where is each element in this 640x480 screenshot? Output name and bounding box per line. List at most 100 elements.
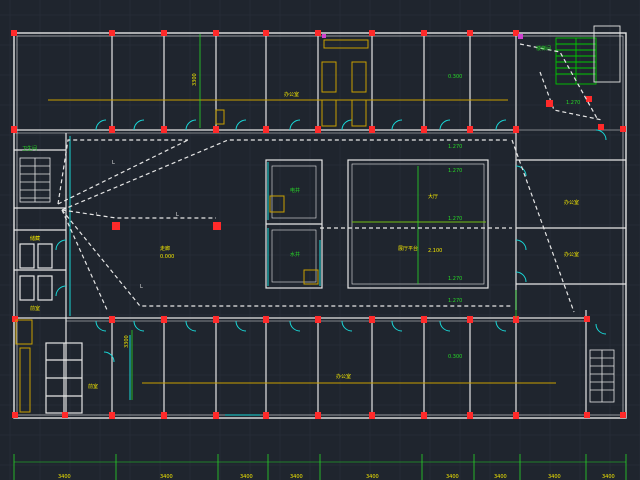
central-core: [265, 159, 489, 289]
label-right-office-2: 办公室: [564, 251, 579, 258]
label-corridor-level: 0.000: [160, 254, 174, 260]
right-top-stair: [555, 25, 621, 85]
column-marker: [109, 126, 115, 133]
label-cable-3: L: [140, 284, 143, 290]
label-vertical-dim-2: 3300: [124, 335, 130, 348]
room-labels: 办公室 0.300 楼梯间 走廊 0.000 电井 水井 大厅 展厅平台 2.1…: [22, 45, 580, 390]
door-swing: [515, 271, 527, 283]
column-marker: [369, 412, 375, 419]
column-marker: [109, 412, 115, 419]
column-marker: [263, 412, 269, 419]
column-marker: [11, 30, 17, 36]
column-marker: [620, 412, 626, 418]
door-swing: [95, 320, 107, 332]
door-swing: [95, 119, 107, 131]
label-water-shaft: 水井: [290, 251, 300, 258]
column-marker: [12, 316, 18, 322]
column-marker: [315, 30, 321, 36]
label-anteroom: 前室: [30, 305, 40, 312]
corridor-wiring: [57, 43, 603, 313]
column-marker: [12, 412, 18, 418]
top-room-row: [14, 33, 517, 160]
label-vertical-dim-1: 3300: [192, 73, 198, 86]
door-swing: [439, 320, 451, 332]
label-right-office-1: 办公室: [564, 199, 579, 206]
door-swing: [595, 323, 607, 335]
right-bottom-stair: [589, 349, 615, 403]
floor-plan: 办公室 0.300 楼梯间 走廊 0.000 电井 水井 大厅 展厅平台 2.1…: [0, 0, 640, 480]
dimension-label: 3400: [494, 474, 507, 480]
label-electric-shaft: 电井: [290, 187, 300, 194]
label-storage: 储藏: [30, 235, 40, 242]
column-marker: [213, 126, 219, 133]
column-marker: [584, 316, 590, 322]
column-marker: [62, 412, 68, 418]
dimension-label: 3400: [602, 474, 615, 480]
dimension-label: 3400: [366, 474, 379, 480]
column-marker: [620, 126, 626, 132]
door-swing: [55, 285, 67, 297]
door-swing: [439, 119, 451, 131]
door-swing: [391, 320, 403, 332]
label-cable-4: L: [176, 212, 179, 218]
label-mid-2: 1.270: [448, 168, 462, 174]
column-marker: [421, 412, 427, 419]
door-swing: [133, 320, 145, 332]
dimension-label: 3400: [58, 474, 71, 480]
door-swings: [55, 119, 607, 363]
door-swing: [289, 119, 301, 131]
column-marker: [161, 30, 167, 36]
label-hall-level: 2.100: [428, 248, 442, 254]
left-stair: [19, 157, 51, 203]
column-marker: [421, 30, 427, 36]
column-marker: [467, 412, 473, 419]
door-swing: [55, 239, 67, 251]
right-column-rooms: [515, 129, 626, 310]
label-cable-1: L: [112, 160, 115, 166]
door-swing: [495, 119, 507, 131]
column-marker: [467, 126, 473, 133]
column-marker: [369, 30, 375, 36]
column-marker: [421, 316, 427, 323]
label-corridor: 走廊: [160, 245, 170, 252]
label-mid-4: 1.270: [448, 276, 462, 282]
door-swing: [341, 320, 353, 332]
label-bottom-left: 前室: [88, 383, 98, 390]
column-marker: [467, 30, 473, 36]
column-marker: [315, 126, 321, 133]
door-swing: [185, 119, 197, 131]
dimension-label: 3400: [290, 474, 303, 480]
column-marker: [213, 316, 219, 323]
label-top-right-level: 0.300: [448, 74, 462, 80]
column-marker: [315, 316, 321, 323]
column-marker: [263, 126, 269, 133]
column-marker: [109, 30, 115, 36]
door-swing: [341, 119, 353, 131]
door-swing: [235, 119, 247, 131]
label-bottom-office: 办公室: [336, 373, 351, 380]
column-marker: [263, 30, 269, 36]
label-mid-6: 1.270: [566, 100, 580, 106]
label-toilet: 卫生间: [22, 145, 37, 152]
label-platform: 展厅平台: [398, 245, 418, 252]
door-swing: [515, 239, 527, 251]
label-cable-2: L: [96, 212, 99, 218]
dimension-label: 3400: [446, 474, 459, 480]
column-marker: [109, 316, 115, 323]
label-stairwell: 楼梯间: [536, 45, 551, 52]
column-marker: [161, 126, 167, 133]
label-mid-5: 1.270: [448, 298, 462, 304]
door-swing: [495, 320, 507, 332]
column-marker: [369, 126, 375, 133]
dimension-label: 3400: [160, 474, 173, 480]
dimension-label: 3400: [240, 474, 253, 480]
column-marker: [369, 316, 375, 323]
door-swing: [133, 119, 145, 131]
dimension-line: 3400 3400 3400 3400 3400 3400 3400 3400 3400: [13, 454, 627, 480]
dimension-label: 3400: [548, 474, 561, 480]
column-marker: [513, 412, 519, 419]
door-swing: [391, 119, 403, 131]
column-marker: [213, 30, 219, 36]
outer-walls: [13, 32, 627, 419]
label-mid-1: 1.270: [448, 144, 462, 150]
